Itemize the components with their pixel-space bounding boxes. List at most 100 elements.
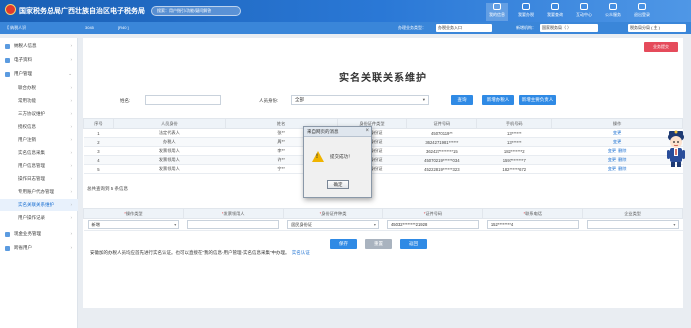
sidebar-subitem-authorization[interactable]: 授权信息 ›	[0, 121, 78, 133]
delete-link[interactable]: 删除	[618, 148, 626, 153]
taxpayer-info-bar: 【 纳税人识 3045 [R40 ] 办理业务类型： 办税业务入口 新增机构： …	[0, 22, 691, 34]
sidebar: 纳税人信息 › 电子资料 › 用户管理 ⌄ 联合办税 › 常用功能 › 三方协议维护…	[0, 38, 78, 328]
nav-query[interactable]: 我要查询	[544, 3, 566, 21]
table-row: 4 发票领用人 许** 居民身份证 45070219******034 1597…	[83, 155, 683, 165]
change-link[interactable]: 变更	[613, 130, 621, 135]
top-header: 国家税务总局广西壮族自治区电子税务局 搜索：用户指引/功能/疑问解答 我的信息 …	[0, 0, 691, 22]
sidebar-item-cross-province[interactable]: 跨省用户 ›	[0, 242, 78, 254]
sidebar-subitem-user-info[interactable]: 用户信息管理 ›	[0, 160, 78, 172]
identity-select[interactable]: 全部 ▾	[291, 95, 429, 105]
company-prefix: 【 纳税人识	[5, 25, 27, 30]
name-input[interactable]	[145, 95, 221, 105]
sidebar-item-user-management[interactable]: 用户管理 ⌄	[0, 68, 78, 80]
dialog-title: 来自网页的消息	[304, 127, 371, 137]
chevron-down-icon: ▾	[174, 222, 177, 227]
business-type-label: 办理业务类型：	[398, 25, 426, 30]
company-id-fragment: 3045	[85, 25, 94, 30]
logout-icon	[638, 3, 646, 10]
chevron-right-icon: ›	[70, 231, 73, 236]
add-tax-handler-button[interactable]: 新增办税人	[482, 95, 514, 105]
chevron-right-icon: ›	[70, 57, 73, 62]
map-icon	[5, 246, 10, 251]
relation-table: 序号 人员身份 姓名 身份证件类型 证件号码 手机号码 操作 1 法定代表人 张…	[83, 118, 683, 174]
ok-button[interactable]: 确定	[327, 180, 349, 189]
delete-link[interactable]: 删除	[618, 157, 626, 162]
table-row: 2 办税人 周** 居民身份证 3624271981****** 13*****…	[83, 137, 683, 147]
save-button[interactable]: 保存	[330, 239, 357, 249]
nav-do-tax[interactable]: 我要办税	[515, 3, 537, 21]
users-icon	[5, 72, 10, 77]
col-role: 人员身份	[112, 118, 226, 129]
realname-auth-link[interactable]: 实名认证	[292, 250, 310, 255]
agency-select[interactable]: 国家税务局（ ）	[540, 24, 598, 32]
sidebar-subitem-realname-collect[interactable]: 实名信息采集 ›	[0, 147, 78, 159]
file-icon	[5, 58, 10, 63]
phone-input[interactable]: 152********4	[486, 220, 579, 229]
nav-my-info[interactable]: 我的信息	[486, 3, 508, 21]
col-actions: 操作	[551, 118, 683, 129]
tax-bureau-emblem-icon	[5, 4, 16, 15]
warning-exclamation: !	[316, 154, 318, 160]
table-row: 5 发票领用人 宁** 居民身份证 45222819******323 182*…	[83, 164, 683, 174]
sidebar-subitem-user-operation-record[interactable]: 用户操作记录 ›	[0, 212, 78, 224]
nav-logout[interactable]: 退出登录	[631, 3, 653, 21]
chevron-down-icon: ▾	[373, 222, 376, 227]
chevron-down-icon: ▾	[422, 97, 425, 102]
tax-officer-mascot[interactable]	[664, 127, 688, 169]
change-link[interactable]: 变更	[613, 139, 621, 144]
table-row: 1 法定代表人 张** 居民身份证 45070119** 13****** 变更	[83, 128, 683, 138]
global-search-input[interactable]: 搜索：用户指引/功能/疑问解答	[151, 6, 241, 16]
sidebar-subitem-common-functions[interactable]: 常用功能 ›	[0, 95, 78, 107]
name-label: 姓名:	[120, 98, 131, 103]
table-header-row: 序号 人员身份 姓名 身份证件类型 证件号码 手机号码 操作	[83, 118, 683, 129]
reset-button[interactable]: 重置	[365, 239, 392, 249]
change-link[interactable]: 变更	[608, 157, 616, 162]
dialog-message: 提交成功！	[330, 154, 353, 159]
service-icon	[609, 3, 617, 10]
tax-icon	[522, 3, 530, 10]
table-row: 3 发票领用人 李** 居民身份证 362427********15 182**…	[83, 146, 683, 156]
sidebar-subitem-user-cancel[interactable]: 用户注销 ›	[0, 134, 78, 146]
close-icon[interactable]: ×	[365, 128, 369, 134]
business-submit-button[interactable]: 业务提交	[644, 42, 678, 52]
id-number-input[interactable]: 45032********21928	[386, 220, 479, 229]
identity-label: 人员身份:	[259, 98, 279, 103]
chevron-right-icon: ›	[70, 245, 73, 250]
page-title: 实名关联关系维护	[339, 73, 427, 84]
business-type-select[interactable]: 办税业务入口	[436, 24, 492, 32]
sidebar-item-taxpayer-info[interactable]: 纳税人信息 ›	[0, 40, 78, 52]
chevron-down-icon: ⌄	[68, 71, 72, 76]
nav-public-service[interactable]: 公众服务	[602, 3, 624, 21]
role-select[interactable]: 税务局分局 ( 主 )	[628, 24, 686, 32]
sidebar-item-cash-business[interactable]: 现金业务管理 ›	[0, 228, 78, 240]
col-no: 序号	[83, 118, 114, 129]
sidebar-subitem-operation-log[interactable]: 操作日志管理 ›	[0, 173, 78, 185]
delete-link[interactable]: 删除	[618, 166, 626, 171]
operation-type-select[interactable]: 新增 ▾	[87, 220, 180, 229]
change-link[interactable]: 变更	[608, 148, 616, 153]
sidebar-subitem-special-account[interactable]: 专用账户代办管理 ›	[0, 186, 78, 198]
sidebar-subitem-joint-tax[interactable]: 联合办税 ›	[0, 82, 78, 94]
query-icon	[551, 3, 559, 10]
nav-interaction[interactable]: 互动中心	[573, 3, 595, 21]
invoice-receiver-input[interactable]	[187, 220, 280, 229]
add-principal-button[interactable]: 新增主要负责人	[519, 95, 556, 105]
company-suffix: [R40 ]	[118, 25, 129, 30]
col-phone: 手机号码	[476, 118, 553, 129]
chevron-down-icon: ▾	[673, 222, 676, 227]
sidebar-subitem-tripartite[interactable]: 三方协议维护 ›	[0, 108, 78, 120]
query-button[interactable]: 查询	[451, 95, 473, 105]
change-link[interactable]: 变更	[608, 166, 616, 171]
enterprise-type-select[interactable]: ▾	[586, 220, 679, 229]
message-dialog: 来自网页的消息 × ! 提交成功！ 确定	[303, 126, 372, 198]
form-input-row: 新增 ▾ 居民身份证 ▾ 45032********21928 152*******…	[83, 218, 683, 231]
back-button[interactable]: 返回	[400, 239, 427, 249]
agency-label: 新增机构：	[516, 25, 536, 30]
sidebar-subitem-realname-relation[interactable]: 实名关联关系维护 ›	[0, 199, 78, 211]
chat-icon	[580, 3, 588, 10]
user-icon	[493, 3, 501, 10]
id-type-select[interactable]: 居民身份证 ▾	[287, 220, 379, 229]
warning-icon	[312, 151, 324, 162]
sidebar-item-e-documents[interactable]: 电子资料 ›	[0, 54, 78, 66]
cash-icon	[5, 232, 10, 237]
